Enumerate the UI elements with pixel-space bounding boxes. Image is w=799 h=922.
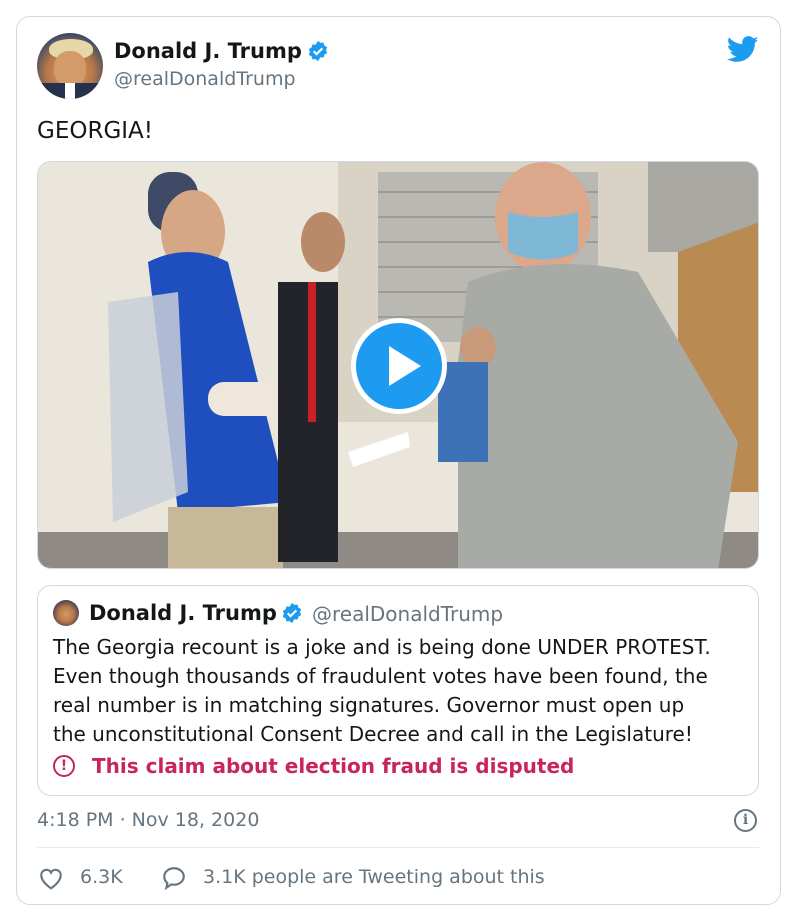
disputed-claim-label[interactable]: This claim about election fraud is dispu… [92,754,574,778]
verified-badge-icon [308,40,328,62]
tweet-text: GEORGIA! [37,118,153,144]
author-handle[interactable]: @realDonaldTrump [114,68,296,90]
quoted-author-name[interactable]: Donald J. Trump [89,601,277,625]
author-avatar[interactable] [37,33,103,99]
heart-icon[interactable] [38,866,64,890]
tweet-timestamp[interactable]: 4:18 PM · Nov 18, 2020 [37,809,259,831]
like-count[interactable]: 6.3K [80,866,123,888]
play-button[interactable] [351,318,447,414]
info-icon[interactable]: i [734,809,757,832]
divider [37,847,759,848]
speech-bubble-icon[interactable] [161,865,187,891]
quoted-tweet-text: The Georgia recount is a joke and is bei… [53,635,711,746]
talking-count-link[interactable]: 3.1K people are Tweeting about this [203,866,545,888]
quoted-author-handle[interactable]: @realDonaldTrump [312,602,503,626]
author-name[interactable]: Donald J. Trump [114,39,302,63]
verified-badge-icon [282,602,302,624]
twitter-bird-icon[interactable] [727,36,759,63]
play-icon [389,346,421,386]
quoted-author-avatar[interactable] [53,600,79,626]
exclamation-circle-icon: ! [53,755,75,777]
